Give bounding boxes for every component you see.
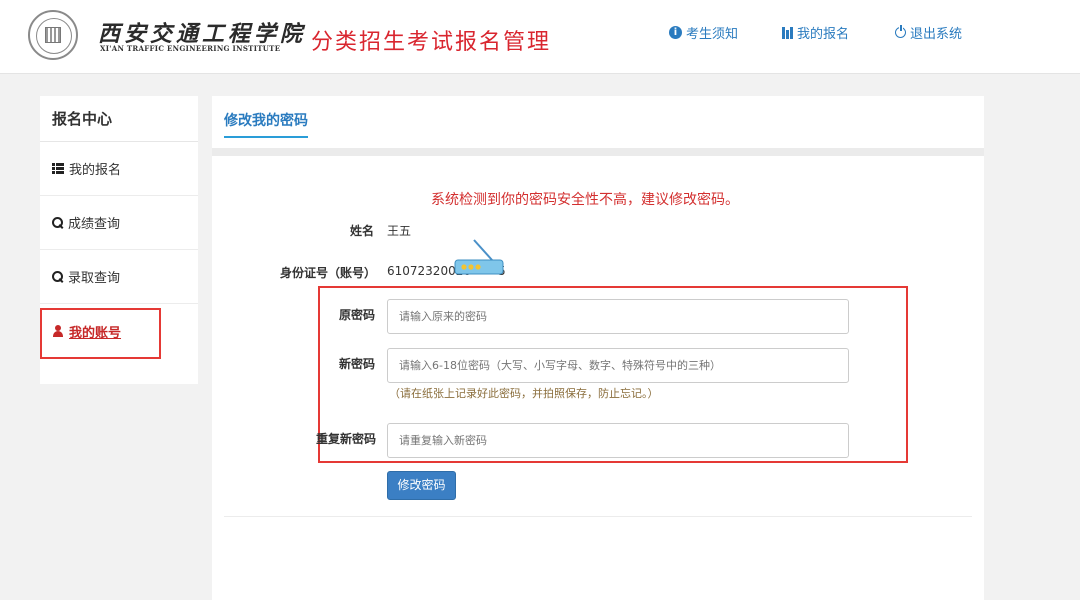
divider-band <box>212 148 984 156</box>
search-icon <box>52 271 63 282</box>
old-password-label: 原密码 <box>339 308 376 322</box>
power-icon <box>895 25 906 38</box>
sidebar-item-label: 成绩查询 <box>68 217 121 232</box>
nav-notice-label: 考生须知 <box>686 27 739 42</box>
confirm-password-label: 重复新密码 <box>316 432 377 446</box>
sidebar-item-my-registration[interactable]: 我的报名 <box>40 142 198 196</box>
name-label: 姓名 <box>350 224 375 238</box>
password-hint: （请在纸张上记录好此密码，并拍照保存，防止忘记。） <box>389 387 659 400</box>
highlight-box-account <box>40 308 161 359</box>
divider-line <box>224 516 972 517</box>
search-icon <box>52 217 63 228</box>
tab-change-password[interactable]: 修改我的密码 <box>224 110 308 138</box>
school-name-en: XI'AN TRAFFIC ENGINEERING INSTITUTE <box>100 44 281 53</box>
nav-my-registration-label: 我的报名 <box>797 27 850 42</box>
nav-logout-link[interactable]: 退出系统 <box>895 23 962 42</box>
info-icon: i <box>669 26 682 39</box>
bar-chart-icon <box>782 26 793 39</box>
new-password-label: 新密码 <box>339 357 376 371</box>
sidebar-item-score-query[interactable]: 成绩查询 <box>40 196 198 250</box>
old-password-input[interactable] <box>387 299 849 334</box>
name-value: 王五 <box>387 224 412 238</box>
id-label: 身份证号（账号） <box>280 266 377 280</box>
nav-logout-label: 退出系统 <box>910 27 963 42</box>
sidebar-item-label: 我的报名 <box>69 163 122 178</box>
main-panel: 修改我的密码 系统检测到你的密码安全性不高，建议修改密码。 姓名 王五 身份证号… <box>212 96 984 600</box>
top-header: 西安交通工程学院 XI'AN TRAFFIC ENGINEERING INSTI… <box>0 0 1080 74</box>
sidebar-item-label: 录取查询 <box>68 271 121 286</box>
change-password-button[interactable]: 修改密码 <box>387 471 456 500</box>
nav-my-registration-link[interactable]: 我的报名 <box>782 23 849 42</box>
system-title: 分类招生考试报名管理 <box>311 30 552 55</box>
sidebar-item-admission-query[interactable]: 录取查询 <box>40 250 198 304</box>
confirm-password-input[interactable] <box>387 423 849 458</box>
school-logo <box>28 10 78 60</box>
list-icon <box>52 163 64 174</box>
nav-notice-link[interactable]: i 考生须知 <box>669 23 738 42</box>
router-icon <box>454 239 504 275</box>
security-warning: 系统检测到你的密码安全性不高，建议修改密码。 <box>431 192 739 208</box>
new-password-input[interactable] <box>387 348 849 383</box>
sidebar-title: 报名中心 <box>40 96 198 142</box>
